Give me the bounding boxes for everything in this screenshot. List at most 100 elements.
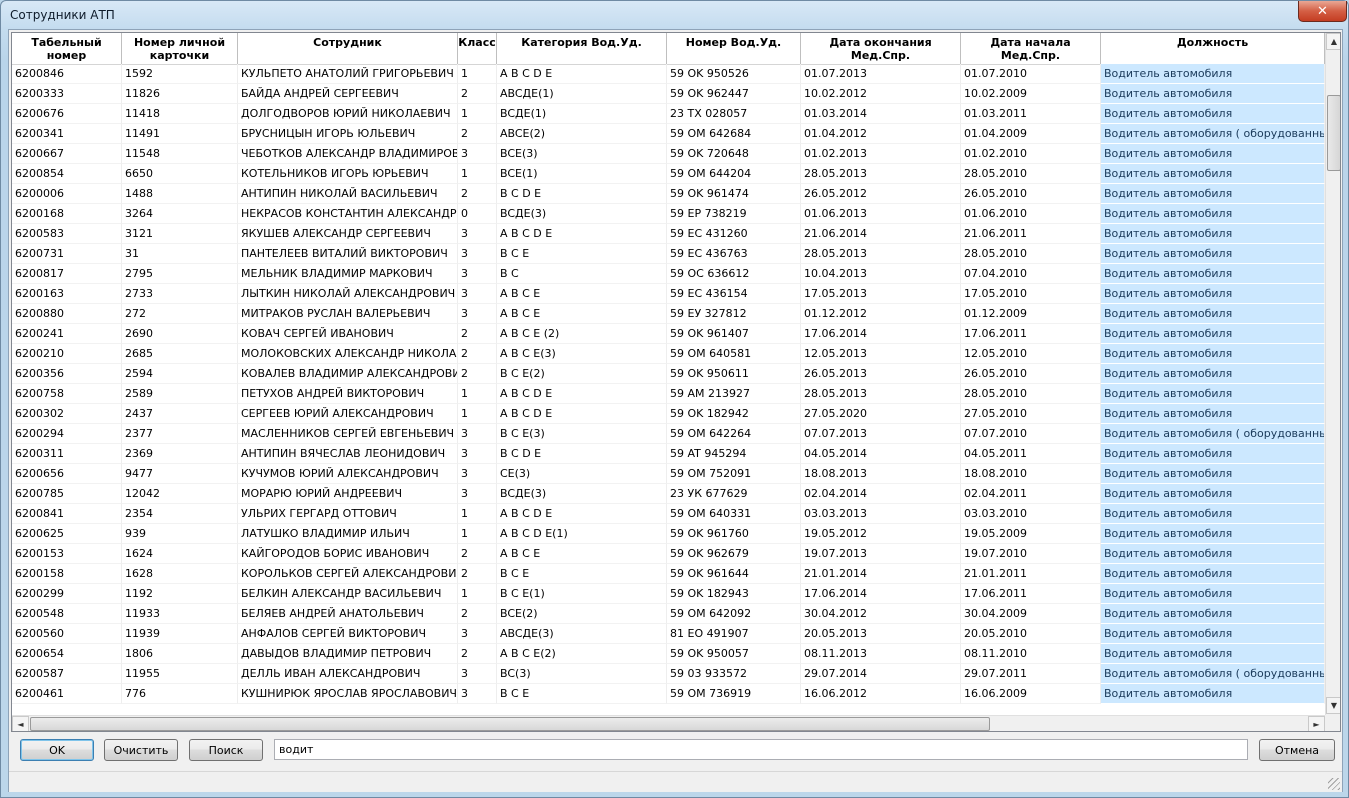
cell-name: КОТЕЛЬНИКОВ ИГОРЬ ЮРЬЕВИЧ: [238, 164, 458, 184]
ok-button[interactable]: OK: [20, 739, 94, 761]
clear-button[interactable]: Очистить: [104, 739, 178, 761]
table-row[interactable]: 6200356 2594 КОВАЛЕВ ВЛАДИМИР АЛЕКСАНДРОВИ…: [12, 364, 1325, 384]
cell-card: 31: [122, 244, 238, 264]
cell-cat: A B C D E: [497, 64, 667, 84]
cell-name: ДЕЛЛЬ ИВАН АЛЕКСАНДРОВИЧ: [238, 664, 458, 684]
window-frame: Сотрудники АТП ✕ Табельный номер Номер ли…: [0, 0, 1349, 798]
cell-name: АНТИПИН НИКОЛАЙ ВАСИЛЬЕВИЧ: [238, 184, 458, 204]
table-row[interactable]: 6200583 3121 ЯКУШЕВ АЛЕКСАНДР СЕРГЕЕВИЧ 3 A …: [12, 224, 1325, 244]
column-header-card[interactable]: Номер личной карточки: [122, 33, 238, 64]
table-row[interactable]: 6200785 12042 МОРАРЮ ЮРИЙ АНДРЕЕВИЧ 3 BCДE(3…: [12, 484, 1325, 504]
cell-cls: 2: [458, 644, 497, 664]
table-row[interactable]: 6200006 1488 АНТИПИН НИКОЛАЙ ВАСИЛЬЕВИЧ 2 B …: [12, 184, 1325, 204]
cell-start: 29.07.2011: [961, 664, 1101, 684]
column-header-end[interactable]: Дата окончания Мед.Спр.: [801, 33, 961, 64]
cell-pos: Водитель автомобиля: [1101, 224, 1325, 244]
resize-grip-icon[interactable]: [1328, 778, 1340, 790]
cell-cat: B C E: [497, 244, 667, 264]
search-input[interactable]: [274, 739, 1248, 760]
cell-end: 27.05.2020: [801, 404, 961, 424]
cell-cls: 3: [458, 244, 497, 264]
cell-start: 01.04.2009: [961, 124, 1101, 144]
column-header-pos[interactable]: Должность: [1101, 33, 1325, 64]
cell-cls: 2: [458, 324, 497, 344]
table-row[interactable]: 6200587 11955 ДЕЛЛЬ ИВАН АЛЕКСАНДРОВИЧ 3 BC(…: [12, 664, 1325, 684]
cancel-button[interactable]: Отмена: [1259, 739, 1335, 761]
cell-end: 01.06.2013: [801, 204, 961, 224]
cell-name: АНТИПИН ВЯЧЕСЛАВ ЛЕОНИДОВИЧ: [238, 444, 458, 464]
scroll-right-arrow-icon[interactable]: ►: [1308, 716, 1325, 731]
cell-name: КАЙГОРОДОВ БОРИС ИВАНОВИЧ: [238, 544, 458, 564]
column-header-tab[interactable]: Табельный номер: [12, 33, 122, 64]
table-row[interactable]: 6200311 2369 АНТИПИН ВЯЧЕСЛАВ ЛЕОНИДОВИЧ 3 B…: [12, 444, 1325, 464]
table-row[interactable]: 6200817 2795 МЕЛЬНИК ВЛАДИМИР МАРКОВИЧ 3 B C…: [12, 264, 1325, 284]
table-row[interactable]: 6200210 2685 МОЛОКОВСКИХ АЛЕКСАНДР НИКОЛАЕ…: [12, 344, 1325, 364]
cell-pos: Водитель автомобиля: [1101, 304, 1325, 324]
table-row[interactable]: 6200560 11939 АНФАЛОВ СЕРГЕЙ ВИКТОРОВИЧ 3 AB…: [12, 624, 1325, 644]
cell-cat: B C D E: [497, 444, 667, 464]
cell-start: 01.02.2010: [961, 144, 1101, 164]
cell-end: 07.07.2013: [801, 424, 961, 444]
table-row[interactable]: 6200294 2377 МАСЛЕННИКОВ СЕРГЕЙ ЕВГЕНЬЕВИЧ…: [12, 424, 1325, 444]
cell-name: КОВАЧ СЕРГЕЙ ИВАНОВИЧ: [238, 324, 458, 344]
table-row[interactable]: 6200758 2589 ПЕТУХОВ АНДРЕЙ ВИКТОРОВИЧ 1 A B…: [12, 384, 1325, 404]
cell-card: 2690: [122, 324, 238, 344]
cell-cls: 3: [458, 624, 497, 644]
column-header-lic[interactable]: Номер Вод.Уд.: [667, 33, 801, 64]
cell-cls: 3: [458, 484, 497, 504]
table-row[interactable]: 6200158 1628 КОРОЛЬКОВ СЕРГЕЙ АЛЕКСАНДРОВИ…: [12, 564, 1325, 584]
cell-tab: 6200583: [12, 224, 122, 244]
table-row[interactable]: 6200461 776 КУШНИРЮК ЯРОСЛАВ ЯРОСЛАВОВИЧ 3 …: [12, 684, 1325, 704]
table-row[interactable]: 6200163 2733 ЛЫТКИН НИКОЛАЙ АЛЕКСАНДРОВИЧ 3…: [12, 284, 1325, 304]
cell-cat: B C E(1): [497, 584, 667, 604]
column-header-start[interactable]: Дата начала Мед.Спр.: [961, 33, 1101, 64]
table-row[interactable]: 6200854 6650 КОТЕЛЬНИКОВ ИГОРЬ ЮРЬЕВИЧ 1 BCE…: [12, 164, 1325, 184]
table-row[interactable]: 6200333 11826 БАЙДА АНДРЕЙ СЕРГЕЕВИЧ 2 ABCДE…: [12, 84, 1325, 104]
cell-start: 19.05.2009: [961, 524, 1101, 544]
column-header-name[interactable]: Сотрудник: [238, 33, 458, 64]
table-row[interactable]: 6200299 1192 БЕЛКИН АЛЕКСАНДР ВАСИЛЬЕВИЧ 1 B…: [12, 584, 1325, 604]
cell-lic: 23 TX 028057: [667, 104, 801, 124]
vertical-scroll-thumb[interactable]: [1327, 95, 1340, 171]
column-header-cls[interactable]: Класс: [458, 33, 497, 64]
vertical-scrollbar[interactable]: ▲ ▼: [1325, 33, 1340, 715]
table-row[interactable]: 6200302 2437 СЕРГЕЕВ ЮРИЙ АЛЕКСАНДРОВИЧ 1 A …: [12, 404, 1325, 424]
cell-tab: 6200333: [12, 84, 122, 104]
title-bar[interactable]: Сотрудники АТП ✕: [1, 1, 1348, 29]
table-row[interactable]: 6200676 11418 ДОЛГОДВОРОВ ЮРИЙ НИКОЛАЕВИЧ 1…: [12, 104, 1325, 124]
employees-grid[interactable]: Табельный номер Номер личной карточки Сотр…: [11, 32, 1341, 732]
cell-end: 19.07.2013: [801, 544, 961, 564]
scroll-up-arrow-icon[interactable]: ▲: [1326, 33, 1340, 50]
table-row[interactable]: 6200241 2690 КОВАЧ СЕРГЕЙ ИВАНОВИЧ 2 A B C E…: [12, 324, 1325, 344]
cell-cat: A B C E: [497, 284, 667, 304]
cell-lic: 59 OM 752091: [667, 464, 801, 484]
table-row[interactable]: 6200153 1624 КАЙГОРОДОВ БОРИС ИВАНОВИЧ 2 A B…: [12, 544, 1325, 564]
table-row[interactable]: 6200841 2354 УЛЬРИХ ГЕРГАРД ОТТОВИЧ 1 A B C …: [12, 504, 1325, 524]
table-row[interactable]: 6200168 3264 НЕКРАСОВ КОНСТАНТИН АЛЕКСАНДР…: [12, 204, 1325, 224]
table-row[interactable]: 6200846 1592 КУЛЬПЕТО АНАТОЛИЙ ГРИГОРЬЕВИЧ…: [12, 64, 1325, 84]
horizontal-scrollbar[interactable]: ◄ ►: [12, 715, 1325, 731]
cell-start: 01.07.2010: [961, 64, 1101, 84]
cell-cat: CE(3): [497, 464, 667, 484]
cell-cls: 1: [458, 64, 497, 84]
table-row[interactable]: 6200625 939 ЛАТУШКО ВЛАДИМИР ИЛЬИЧ 1 A B C D…: [12, 524, 1325, 544]
cell-pos: Водитель автомобиля: [1101, 644, 1325, 664]
cell-pos: Водитель автомобиля: [1101, 364, 1325, 384]
cell-end: 19.05.2012: [801, 524, 961, 544]
table-row[interactable]: 6200731 31 ПАНТЕЛЕЕВ ВИТАЛИЙ ВИКТОРОВИЧ 3 B …: [12, 244, 1325, 264]
table-row[interactable]: 6200880 272 МИТРАКОВ РУСЛАН ВАЛЕРЬЕВИЧ 3 A B…: [12, 304, 1325, 324]
close-button[interactable]: ✕: [1298, 1, 1347, 22]
table-row[interactable]: 6200667 11548 ЧЕБОТКОВ АЛЕКСАНДР ВЛАДИМИРО…: [12, 144, 1325, 164]
table-row[interactable]: 6200656 9477 КУЧУМОВ ЮРИЙ АЛЕКСАНДРОВИЧ 3 CE…: [12, 464, 1325, 484]
cell-lic: 59 OC 636612: [667, 264, 801, 284]
search-button[interactable]: Поиск: [189, 739, 263, 761]
column-header-cat[interactable]: Категория Вод.Уд.: [497, 33, 667, 64]
table-row[interactable]: 6200548 11933 БЕЛЯЕВ АНДРЕЙ АНАТОЛЬЕВИЧ 2 BC…: [12, 604, 1325, 624]
cell-lic: 59 OK 962679: [667, 544, 801, 564]
scroll-left-arrow-icon[interactable]: ◄: [12, 716, 29, 731]
horizontal-scroll-thumb[interactable]: [30, 717, 990, 731]
cell-tab: 6200302: [12, 404, 122, 424]
table-row[interactable]: 6200341 11491 БРУСНИЦЫН ИГОРЬ ЮЛЬЕВИЧ 2 ABCE…: [12, 124, 1325, 144]
scroll-down-arrow-icon[interactable]: ▼: [1326, 697, 1340, 714]
table-row[interactable]: 6200654 1806 ДАВЫДОВ ВЛАДИМИР ПЕТРОВИЧ 2 A B…: [12, 644, 1325, 664]
